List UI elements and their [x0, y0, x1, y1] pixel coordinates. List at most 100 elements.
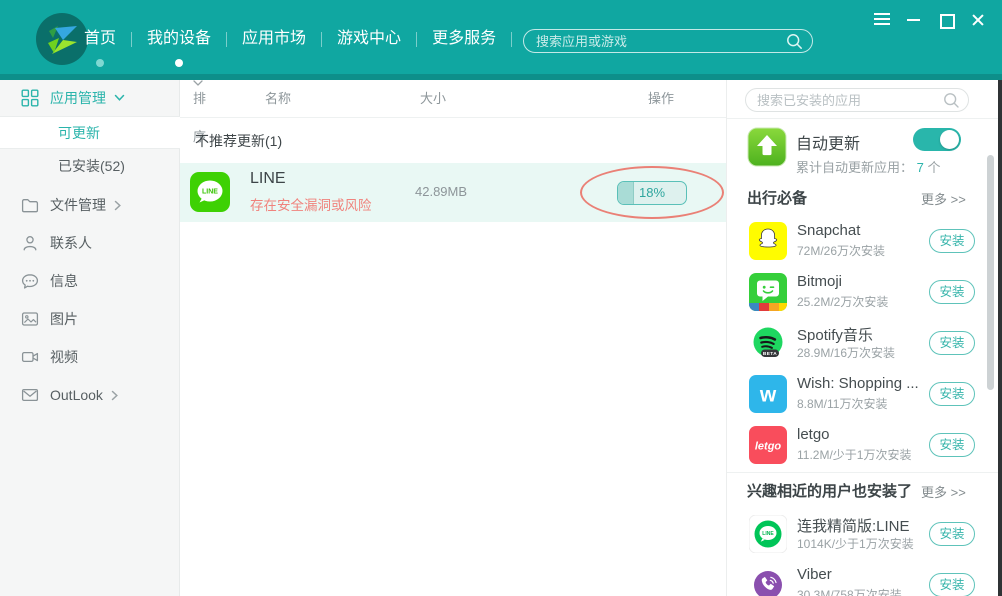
table-row[interactable]: LINE LINE 存在安全漏洞或风险 42.89MB 18% [180, 163, 726, 222]
header-search-input[interactable] [536, 30, 786, 52]
nav-divider [226, 32, 227, 47]
nav-dot-icon [96, 59, 104, 67]
wish-icon: w [749, 375, 787, 413]
sort-control[interactable]: 排序 [193, 80, 203, 87]
sidebar-item-label: 可更新 [58, 123, 100, 143]
auto-update-summary: 累计自动更新应用： 7 个 [796, 157, 941, 176]
more-link[interactable]: 更多 >> [921, 189, 966, 208]
update-progress-button[interactable]: 18% [617, 181, 687, 205]
scrollbar-thumb[interactable] [987, 155, 994, 390]
auto-update-icon [747, 127, 787, 167]
more-link[interactable]: 更多 >> [921, 482, 966, 501]
app-logo-icon[interactable] [35, 12, 89, 66]
nav-item-my-device[interactable]: 我的设备 [147, 28, 211, 50]
table-header: 排序 名称 大小 操作 [180, 80, 726, 118]
auto-update-toggle[interactable] [913, 128, 961, 151]
sidebar-item-videos[interactable]: 视频 [0, 338, 180, 376]
update-list-panel: 排序 名称 大小 操作 不推荐更新(1) LINE LINE 存在安全漏洞或风险… [180, 80, 726, 596]
app-list-item: Viber 30.3M/758万次安装 安装 [727, 566, 1002, 596]
app-list-item: Bitmoji 25.2M/2万次安装 安装 [727, 273, 1002, 324]
header-search-box [523, 29, 813, 53]
search-icon[interactable] [786, 33, 803, 50]
app-name: Wish: Shopping ... [797, 375, 927, 392]
chevron-down-icon [114, 94, 125, 102]
app-stats: 28.9M/16万次安装 [797, 344, 895, 361]
sidebar-item-label: 信息 [50, 271, 78, 291]
app-stats: 8.8M/11万次安装 [797, 395, 887, 412]
line-lite-icon-text: LINE [762, 531, 774, 537]
sidebar: 应用管理 可更新 已安装(52) 文件管理 联系人 [0, 80, 180, 596]
main-nav: 首页 我的设备 应用市场 游戏中心 更多服务 [84, 28, 527, 50]
app-list-item: BETA Spotify音乐 28.9M/16万次安装 安装 [727, 324, 1002, 375]
app-name: Spotify音乐 [797, 324, 927, 345]
sidebar-item-label: 文件管理 [50, 195, 106, 215]
search-icon[interactable] [943, 92, 960, 109]
sidebar-item-label: 联系人 [50, 233, 92, 253]
letgo-icon: letgo [749, 426, 787, 464]
nav-item-more-services[interactable]: 更多服务 [432, 28, 496, 50]
install-button[interactable]: 安装 [929, 331, 975, 355]
summary-count: 7 [917, 160, 924, 175]
app-stats: 11.2M/少于1万次安装 [797, 446, 911, 463]
recommend-panel: 自动更新 累计自动更新应用： 7 个 出行必备 更多 >> Snapchat 7… [726, 80, 1002, 596]
sidebar-item-label: 应用管理 [50, 88, 106, 108]
chevron-right-icon [114, 200, 122, 211]
nav-active-dot-icon [175, 59, 183, 67]
app-name: Bitmoji [797, 273, 927, 290]
nav-divider [321, 32, 322, 47]
snapchat-icon [749, 222, 787, 260]
toggle-knob [940, 130, 959, 149]
nav-divider [131, 32, 132, 47]
app-stats: 72M/26万次安装 [797, 242, 885, 259]
nav-label: 应用市场 [242, 30, 306, 47]
app-size: 42.89MB [415, 184, 467, 199]
sidebar-item-installed[interactable]: 已安装(52) [0, 149, 180, 182]
sidebar-item-label: 图片 [50, 309, 78, 329]
app-name: Viber [797, 566, 927, 583]
message-icon [21, 272, 39, 290]
minimize-icon[interactable] [906, 13, 922, 27]
app-name: 连我精简版:LINE [797, 515, 927, 536]
column-header-size: 大小 [420, 80, 446, 118]
install-button[interactable]: 安装 [929, 522, 975, 546]
app-name: letgo [797, 426, 927, 443]
nav-item-app-market[interactable]: 应用市场 [242, 28, 306, 50]
menu-icon[interactable] [874, 13, 890, 27]
summary-unit: 个 [928, 160, 941, 175]
progress-percent-label: 18% [618, 182, 686, 204]
wish-icon-text: w [759, 384, 777, 407]
bitmoji-icon [749, 273, 787, 311]
app-list-item: w Wish: Shopping ... 8.8M/11万次安装 安装 [727, 375, 1002, 426]
nav-item-home[interactable]: 首页 [84, 28, 116, 50]
sidebar-item-pictures[interactable]: 图片 [0, 300, 180, 338]
window-controls [874, 13, 986, 27]
security-warning-text: 存在安全漏洞或风险 [250, 194, 372, 214]
column-header-action: 操作 [648, 80, 674, 118]
nav-label: 更多服务 [432, 30, 496, 47]
group-title: 不推荐更新(1) [195, 131, 282, 151]
close-icon[interactable] [970, 13, 986, 27]
window-edge-strip [998, 80, 1002, 596]
nav-divider [416, 32, 417, 47]
sidebar-item-app-management[interactable]: 应用管理 [0, 80, 180, 116]
installed-search-input[interactable] [757, 89, 942, 111]
sidebar-item-updatable[interactable]: 可更新 [0, 116, 180, 149]
sidebar-item-file-management[interactable]: 文件管理 [0, 186, 180, 224]
maximize-icon[interactable] [938, 13, 954, 27]
app-stats: 25.2M/2万次安装 [797, 293, 888, 310]
sidebar-item-contacts[interactable]: 联系人 [0, 224, 180, 262]
install-button[interactable]: 安装 [929, 433, 975, 457]
nav-item-game-center[interactable]: 游戏中心 [337, 28, 401, 50]
sidebar-item-outlook[interactable]: OutLook [0, 376, 180, 414]
letgo-icon-text: letgo [755, 441, 782, 453]
line-app-icon: LINE [190, 172, 230, 212]
install-button[interactable]: 安装 [929, 382, 975, 406]
video-icon [21, 348, 39, 366]
install-button[interactable]: 安装 [929, 573, 975, 596]
install-button[interactable]: 安装 [929, 229, 975, 253]
install-button[interactable]: 安装 [929, 280, 975, 304]
column-header-name: 名称 [265, 80, 291, 118]
person-icon [21, 234, 39, 252]
beta-badge: BETA [763, 351, 777, 357]
sidebar-item-messages[interactable]: 信息 [0, 262, 180, 300]
